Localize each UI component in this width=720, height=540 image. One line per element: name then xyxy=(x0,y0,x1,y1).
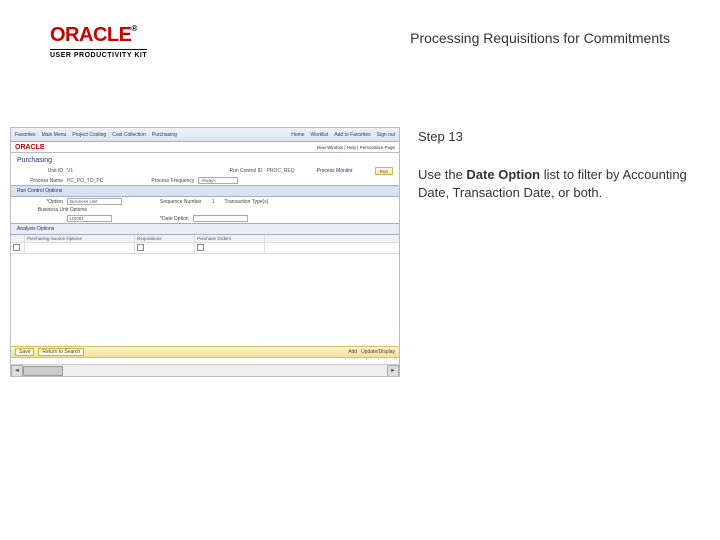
nav-add-favorites[interactable]: Add to Favorites xyxy=(334,132,370,138)
add-link[interactable]: Add xyxy=(348,349,357,355)
option-label: *Option xyxy=(17,199,63,205)
nav-project-costing[interactable]: Project Costing xyxy=(72,132,106,138)
scroll-left-icon[interactable]: ◄ xyxy=(11,365,23,377)
app-secondary-bar: ORACLE New Window | Help | Personalize P… xyxy=(11,142,399,153)
module-title: Purchasing xyxy=(11,153,399,166)
process-monitor-link[interactable]: Process Monitor xyxy=(317,168,353,174)
nav-home[interactable]: Home xyxy=(291,132,304,138)
option-field[interactable]: Business Unit xyxy=(67,198,122,205)
grid-row xyxy=(11,243,399,254)
run-button[interactable]: Run xyxy=(375,167,393,175)
analysis-options-tab[interactable]: Analysis Options xyxy=(11,223,399,235)
return-search-button[interactable]: Return to Search xyxy=(38,348,84,356)
grid-header: Purchasing Source Options Requisitions P… xyxy=(11,235,399,243)
save-button[interactable]: Save xyxy=(15,348,34,356)
scroll-right-icon[interactable]: ► xyxy=(387,365,399,377)
unit-id-value: V1 xyxy=(67,168,73,174)
app-top-nav: Favorites Main Menu Project Costing Cost… xyxy=(11,128,399,142)
process-frequency-label: Process Frequency xyxy=(151,178,194,184)
date-option-label: *Date Option xyxy=(160,216,189,222)
process-frequency-field[interactable]: Always xyxy=(198,177,238,184)
page-links[interactable]: New Window | Help | Personalize Page xyxy=(317,145,395,150)
sequence-number-value: 1 xyxy=(206,199,221,205)
process-name-value: PC_PO_TO_PC xyxy=(67,178,103,184)
nav-signout[interactable]: Sign out xyxy=(377,132,395,138)
run-control-options-header: Run Control Options xyxy=(11,185,399,197)
horizontal-scrollbar[interactable]: ◄ ► xyxy=(11,364,399,376)
update-display-link[interactable]: Update/Display xyxy=(361,349,395,355)
upk-subtitle: USER PRODUCTIVITY KIT xyxy=(50,49,147,59)
col-purchase-orders: Purchase Orders xyxy=(195,235,265,242)
row-checkbox[interactable] xyxy=(13,244,20,251)
unit-id-label: Unit ID xyxy=(17,168,63,174)
nav-cost-collection[interactable]: Cost Collection xyxy=(112,132,146,138)
nav-main-menu[interactable]: Main Menu xyxy=(42,132,67,138)
nav-worklist[interactable]: Worklist xyxy=(311,132,329,138)
nav-purchasing[interactable]: Purchasing xyxy=(152,132,177,138)
oracle-small-logo: ORACLE xyxy=(15,144,45,151)
run-control-value: PROC_REQ xyxy=(267,168,295,174)
col-requisitions: Requisitions xyxy=(135,235,195,242)
nav-favorites[interactable]: Favorites xyxy=(15,132,36,138)
instruction-pane: Step 13 Use the Date Option list to filt… xyxy=(418,127,700,377)
trademark-icon: ® xyxy=(131,24,136,33)
app-footer-bar: Save Return to Search Add Update/Display xyxy=(11,346,399,358)
app-screenshot-pane: Favorites Main Menu Project Costing Cost… xyxy=(10,127,400,377)
business-unit-options-label: Business Unit Options xyxy=(17,207,87,213)
scroll-thumb[interactable] xyxy=(23,366,63,376)
process-name-label: Process Name xyxy=(17,178,63,184)
sequence-number-label: Sequence Number xyxy=(160,199,202,205)
step-label: Step 13 xyxy=(418,129,700,144)
oracle-upk-logo: ORACLE® USER PRODUCTIVITY KIT xyxy=(50,24,147,59)
requisitions-checkbox[interactable] xyxy=(137,244,144,251)
run-control-label: Run Control ID xyxy=(229,168,262,174)
step-instruction-text: Use the Date Option list to filter by Ac… xyxy=(418,166,700,201)
business-unit-field[interactable]: US001 xyxy=(67,215,112,222)
page-title: Processing Requisitions for Commitments xyxy=(410,24,670,46)
col-source-options: Purchasing Source Options xyxy=(25,235,135,242)
purchase-orders-checkbox[interactable] xyxy=(197,244,204,251)
oracle-brand-text: ORACLE xyxy=(50,24,131,46)
date-option-field[interactable] xyxy=(193,215,248,222)
transaction-types-label: Transaction Type(s) xyxy=(224,199,268,205)
